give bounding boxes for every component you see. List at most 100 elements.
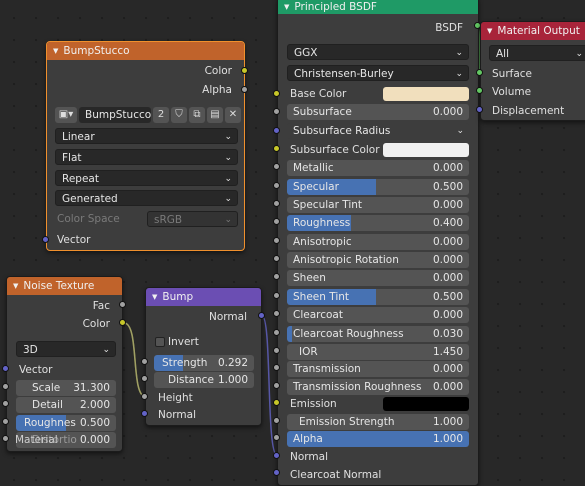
roughness-socket[interactable] [273, 218, 280, 225]
distance-field[interactable]: Distance 1.000 [154, 372, 254, 388]
clearcoat-roughness-field[interactable]: Clearcoat Roughness 0.030 [287, 326, 469, 342]
noise-color-socket[interactable] [119, 319, 126, 326]
collapse-triangle-icon[interactable]: ▼ [53, 47, 58, 55]
image-browse-icon[interactable]: ▣▾ [55, 107, 77, 123]
transmission-roughness-field[interactable]: Transmission Roughness 0.000 [287, 379, 469, 395]
sheen-tint-socket[interactable] [273, 292, 280, 299]
source-dropdown[interactable]: Generated ⌄ [55, 190, 238, 206]
bumpstucco-alpha-socket[interactable] [241, 86, 248, 93]
noise-fac-socket[interactable] [119, 301, 126, 308]
duplicate-image-icon[interactable]: ⧉ [189, 107, 205, 123]
noise-texture-node[interactable]: ▼ Noise Texture Fac Color 3D ⌄ Vector Sca… [6, 276, 123, 452]
strength-field[interactable]: Strength 0.292 [154, 355, 254, 371]
subsurface-field[interactable]: Subsurface 0.000 [287, 104, 469, 120]
extension-dropdown[interactable]: Repeat ⌄ [55, 170, 238, 186]
base-color-socket[interactable] [273, 90, 280, 97]
material-output-header[interactable]: ▼ Material Output [481, 22, 585, 40]
subsurface-color-swatch[interactable] [383, 143, 469, 157]
specular-tint-field[interactable]: Specular Tint 0.000 [287, 197, 469, 213]
subsurface-method-dropdown[interactable]: Christensen-Burley ⌄ [287, 65, 469, 81]
bump-normal-out-socket[interactable] [258, 312, 265, 319]
transmission-socket[interactable] [273, 364, 280, 371]
emission-swatch[interactable] [383, 397, 469, 411]
sheen-field[interactable]: Sheen 0.000 [287, 270, 469, 286]
normal-socket[interactable] [273, 452, 280, 459]
noise-detail-socket[interactable] [2, 400, 9, 407]
alpha-field[interactable]: Alpha 1.000 [287, 431, 469, 447]
bumpstucco-image-node[interactable]: ▼ BumpStucco Color Alpha ▣▾ BumpStucco 2… [46, 41, 245, 251]
bump-normal-in-socket[interactable] [141, 410, 148, 417]
chevron-down-icon: ⌄ [575, 49, 583, 59]
anisotropic-field[interactable]: Anisotropic 0.000 [287, 234, 469, 250]
detail-field[interactable]: Detail 2.000 [16, 397, 116, 413]
user-count-button[interactable]: 2 [153, 107, 169, 123]
chevron-down-icon: ⌄ [456, 126, 464, 136]
sheen-tint-field[interactable]: Sheen Tint 0.500 [287, 289, 469, 305]
noise-scale-socket[interactable] [2, 383, 9, 390]
unlink-x-icon[interactable]: ✕ [225, 107, 241, 123]
alpha-socket[interactable] [273, 434, 280, 441]
principled-bsdf-node[interactable]: ▼ Principled BSDF BSDF GGX ⌄ Christensen-… [277, 0, 479, 486]
image-name-field[interactable]: BumpStucco [79, 107, 151, 123]
bumpstucco-vector-socket[interactable] [42, 236, 49, 243]
collapse-triangle-icon[interactable]: ▼ [284, 3, 289, 11]
collapse-triangle-icon[interactable]: ▼ [13, 282, 18, 290]
roughness-field[interactable]: Roughness 0.400 [287, 215, 469, 231]
noise-vector-socket[interactable] [2, 365, 9, 372]
metallic-socket[interactable] [273, 163, 280, 170]
base-color-swatch[interactable] [383, 87, 469, 101]
specular-tint-socket[interactable] [273, 200, 280, 207]
scale-field[interactable]: Scale 31.300 [16, 380, 116, 396]
color-space-dropdown[interactable]: sRGB ⌄ [147, 211, 238, 227]
roughness-field[interactable]: Roughnes 0.500 [16, 415, 116, 431]
subsurface-color-socket[interactable] [273, 145, 280, 152]
subsurface-radius-dropdown[interactable]: Subsurface Radius ⌄ [287, 123, 469, 139]
bumpstucco-header[interactable]: ▼ BumpStucco [47, 42, 244, 60]
specular-socket[interactable] [273, 182, 280, 189]
noise-distortion-socket[interactable] [2, 435, 9, 442]
material-output-node[interactable]: ▼ Material Output All ⌄ Surface Volume Di… [480, 21, 585, 121]
subsurface-socket[interactable] [273, 108, 280, 115]
principled-header[interactable]: ▼ Principled BSDF [278, 0, 478, 14]
bump-distance-socket[interactable] [141, 375, 148, 382]
open-folder-icon[interactable]: ▤ [207, 107, 223, 123]
bump-strength-socket[interactable] [141, 358, 148, 365]
anisotropic-socket[interactable] [273, 237, 280, 244]
bump-node[interactable]: ▼ Bump Normal Invert Strength 0.292 Dista… [145, 287, 262, 426]
anisotropic-rotation-field[interactable]: Anisotropic Rotation 0.000 [287, 252, 469, 268]
anisotropic-rotation-socket[interactable] [273, 255, 280, 262]
specular-field[interactable]: Specular 0.500 [287, 179, 469, 195]
sheen-socket[interactable] [273, 273, 280, 280]
volume-socket[interactable] [476, 87, 483, 94]
bumpstucco-color-socket[interactable] [241, 67, 248, 74]
ior-socket[interactable] [273, 347, 280, 354]
distribution-dropdown[interactable]: GGX ⌄ [287, 44, 469, 60]
displacement-socket[interactable] [476, 106, 483, 113]
surface-socket[interactable] [476, 69, 483, 76]
interpolation-dropdown[interactable]: Linear ⌄ [55, 128, 238, 144]
node-title: Bump [162, 291, 194, 303]
fake-user-shield-icon[interactable]: ⛉ [171, 107, 187, 123]
target-dropdown[interactable]: All ⌄ [489, 45, 585, 61]
clearcoat-roughness-socket[interactable] [273, 329, 280, 336]
emission-strength-field[interactable]: Emission Strength 1.000 [287, 414, 469, 430]
collapse-triangle-icon[interactable]: ▼ [152, 293, 157, 301]
ior-field[interactable]: IOR 1.450 [287, 344, 469, 360]
transmission-roughness-socket[interactable] [273, 382, 280, 389]
clearcoat-socket[interactable] [273, 310, 280, 317]
emission-strength-socket[interactable] [273, 417, 280, 424]
invert-checkbox[interactable] [155, 337, 165, 347]
subsurface-radius-socket[interactable] [273, 127, 280, 134]
projection-dropdown[interactable]: Flat ⌄ [55, 149, 238, 165]
noise-header[interactable]: ▼ Noise Texture [7, 277, 122, 295]
bump-height-socket[interactable] [141, 393, 148, 400]
transmission-field[interactable]: Transmission 0.000 [287, 361, 469, 377]
metallic-field[interactable]: Metallic 0.000 [287, 160, 469, 176]
bump-header[interactable]: ▼ Bump [146, 288, 261, 306]
image-selector[interactable]: ▣▾ BumpStucco 2 ⛉ ⧉ ▤ ✕ [55, 107, 241, 123]
noise-roughness-socket[interactable] [2, 418, 9, 425]
emission-socket[interactable] [273, 399, 280, 406]
collapse-triangle-icon[interactable]: ▼ [487, 27, 492, 35]
clearcoat-field[interactable]: Clearcoat 0.000 [287, 307, 469, 323]
dimensions-dropdown[interactable]: 3D ⌄ [16, 341, 116, 357]
